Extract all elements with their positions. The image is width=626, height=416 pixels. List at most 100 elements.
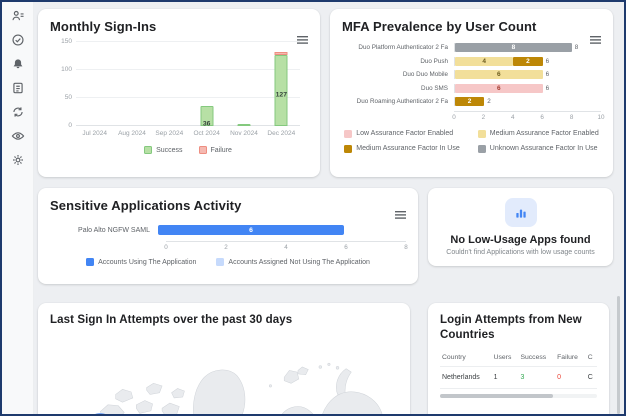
legend-swatch bbox=[216, 258, 224, 266]
gear-icon bbox=[11, 153, 25, 170]
x-axis-tick-label: Jul 2024 bbox=[76, 130, 113, 137]
legend-item[interactable]: Unknown Assurance Factor In Use bbox=[478, 145, 599, 153]
bar-segment[interactable]: 2 bbox=[455, 97, 484, 106]
x-axis-tick-label: 6 bbox=[344, 244, 348, 251]
legend-item[interactable]: Medium Assurance Factor Enabled bbox=[478, 130, 599, 138]
x-axis: 0246810 bbox=[454, 111, 601, 120]
category-label: Duo Roaming Authenticator 2 Fa bbox=[342, 98, 454, 105]
x-axis: 02468 bbox=[166, 241, 406, 251]
table-column-header: Success bbox=[518, 350, 555, 367]
bar-segment[interactable]: 6 bbox=[158, 225, 344, 235]
mfa-prevalence-chart: Duo Platform Authenticator 2 Fa88Duo Pus… bbox=[342, 43, 601, 153]
check-circle-icon bbox=[11, 33, 25, 50]
bar-segment[interactable] bbox=[238, 124, 251, 126]
bar-track: 88 bbox=[454, 43, 601, 52]
x-axis-tick-label: Oct 2024 bbox=[188, 130, 225, 137]
bar-segment[interactable]: 6 bbox=[455, 84, 543, 93]
bar-row: Duo Duo Mobile66 bbox=[342, 70, 601, 79]
bar-segment[interactable]: 4 bbox=[455, 57, 513, 66]
page-scrollbar[interactable] bbox=[617, 296, 620, 414]
legend-swatch bbox=[199, 146, 207, 154]
bar-group[interactable]: 36 bbox=[200, 106, 213, 126]
bar-total-label: 6 bbox=[546, 85, 550, 92]
legend-item[interactable]: Accounts Using The Application bbox=[86, 258, 196, 266]
table-horizontal-scrollbar[interactable] bbox=[440, 394, 597, 398]
no-low-usage-title: No Low-Usage Apps found bbox=[450, 234, 590, 246]
bar-segment[interactable]: 8 bbox=[455, 43, 572, 52]
bar-track: 66 bbox=[454, 70, 601, 79]
bar-row: Duo Roaming Authenticator 2 Fa22 bbox=[342, 97, 601, 106]
report-icon bbox=[11, 81, 25, 98]
x-axis-tick-label: Aug 2024 bbox=[113, 130, 150, 137]
sensitive-applications-title: Sensitive Applications Activity bbox=[50, 198, 406, 213]
chart-legend: Low Assurance Factor Enabled Medium Assur… bbox=[342, 130, 601, 153]
x-axis-tick-label: Nov 2024 bbox=[225, 130, 262, 137]
dashboard: Monthly Sign-Ins 05010015036127Jul 2024A… bbox=[34, 2, 624, 414]
bar-total-label: 6 bbox=[546, 58, 550, 65]
x-axis-tick-label: Dec 2024 bbox=[263, 130, 300, 137]
sidebar-item-alerts[interactable] bbox=[8, 57, 28, 74]
y-axis-tick-label: 150 bbox=[52, 38, 72, 45]
card-no-low-usage-apps: No Low-Usage Apps found Couldn't find Ap… bbox=[428, 188, 613, 266]
app-window: Monthly Sign-Ins 05010015036127Jul 2024A… bbox=[2, 2, 624, 414]
screenshot-frame: Monthly Sign-Ins 05010015036127Jul 2024A… bbox=[0, 0, 626, 416]
table-column-header: C bbox=[586, 350, 597, 367]
legend-swatch bbox=[478, 130, 486, 138]
bar-chart-icon bbox=[505, 198, 537, 227]
table-column-header: Failure bbox=[555, 350, 586, 367]
sidebar bbox=[2, 2, 34, 414]
chart-legend: Success Failure bbox=[76, 146, 300, 154]
y-axis-tick-label: 50 bbox=[52, 94, 72, 101]
bar-track: 66 bbox=[454, 84, 601, 93]
legend-item[interactable]: Failure bbox=[199, 146, 232, 154]
legend-label: Medium Assurance Factor Enabled bbox=[490, 130, 599, 137]
x-axis-tick-label: 0 bbox=[452, 114, 456, 121]
chart-plot-area: 05010015036127 bbox=[76, 42, 300, 126]
table-cell-failure: 0 bbox=[555, 366, 586, 388]
legend-item[interactable]: Medium Assurance Factor In Use bbox=[344, 145, 460, 153]
sidebar-item-monitor[interactable] bbox=[8, 129, 28, 146]
chart-plot-area: Duo Platform Authenticator 2 Fa88Duo Pus… bbox=[342, 43, 601, 106]
table-row[interactable]: Netherlands130C bbox=[440, 366, 597, 388]
sidebar-item-sync[interactable] bbox=[8, 105, 28, 122]
sidebar-item-reports[interactable] bbox=[8, 81, 28, 98]
login-attempts-table: CountryUsersSuccessFailureC Netherlands1… bbox=[440, 350, 597, 389]
sidebar-item-users[interactable] bbox=[8, 9, 28, 26]
legend-item[interactable]: Accounts Assigned Not Using The Applicat… bbox=[216, 258, 370, 266]
bar-segment[interactable]: 2 bbox=[513, 57, 542, 66]
x-axis-tick-label: 4 bbox=[511, 114, 515, 121]
legend-label: Success bbox=[156, 147, 182, 154]
legend-label: Unknown Assurance Factor In Use bbox=[490, 145, 598, 152]
world-map[interactable] bbox=[50, 336, 398, 416]
x-axis-tick-label: 8 bbox=[404, 244, 408, 251]
bar-group[interactable] bbox=[238, 124, 251, 126]
sync-icon bbox=[11, 105, 25, 122]
table-cell-truncated: C bbox=[586, 366, 597, 388]
legend-label: Low Assurance Factor Enabled bbox=[356, 130, 453, 137]
sidebar-item-checks[interactable] bbox=[8, 33, 28, 50]
y-axis-tick-label: 100 bbox=[52, 66, 72, 73]
mfa-prevalence-title: MFA Prevalence by User Count bbox=[342, 19, 601, 34]
chart-menu-icon[interactable] bbox=[394, 210, 407, 220]
legend-item[interactable]: Low Assurance Factor Enabled bbox=[344, 130, 460, 138]
gridline: 0 bbox=[76, 125, 300, 126]
bar-segment[interactable]: 6 bbox=[455, 70, 543, 79]
x-axis-tick-label: 0 bbox=[164, 244, 168, 251]
x-axis-tick-label: 6 bbox=[540, 114, 544, 121]
eye-icon bbox=[11, 129, 25, 146]
card-login-attempts: Login Attempts from New Countries Countr… bbox=[428, 303, 609, 416]
category-label: Palo Alto NGFW SAML bbox=[50, 227, 158, 234]
scrollbar-thumb[interactable] bbox=[440, 394, 553, 398]
bar-row: Palo Alto NGFW SAML6 bbox=[50, 225, 406, 235]
bar-total-label: 6 bbox=[546, 71, 550, 78]
sign-in-map-title: Last Sign In Attempts over the past 30 d… bbox=[50, 313, 398, 328]
legend-label: Failure bbox=[211, 147, 232, 154]
bar-group[interactable]: 127 bbox=[275, 52, 288, 126]
bar-value-label: 36 bbox=[200, 120, 213, 127]
sidebar-item-settings[interactable] bbox=[8, 153, 28, 170]
legend-label: Accounts Assigned Not Using The Applicat… bbox=[228, 259, 370, 266]
no-low-usage-subtitle: Couldn't find Applications with low usag… bbox=[446, 249, 594, 256]
legend-item[interactable]: Success bbox=[144, 146, 182, 154]
sensitive-applications-chart: Palo Alto NGFW SAML602468Accounts Using … bbox=[50, 225, 406, 266]
card-sensitive-applications: Sensitive Applications Activity Palo Alt… bbox=[38, 188, 418, 284]
